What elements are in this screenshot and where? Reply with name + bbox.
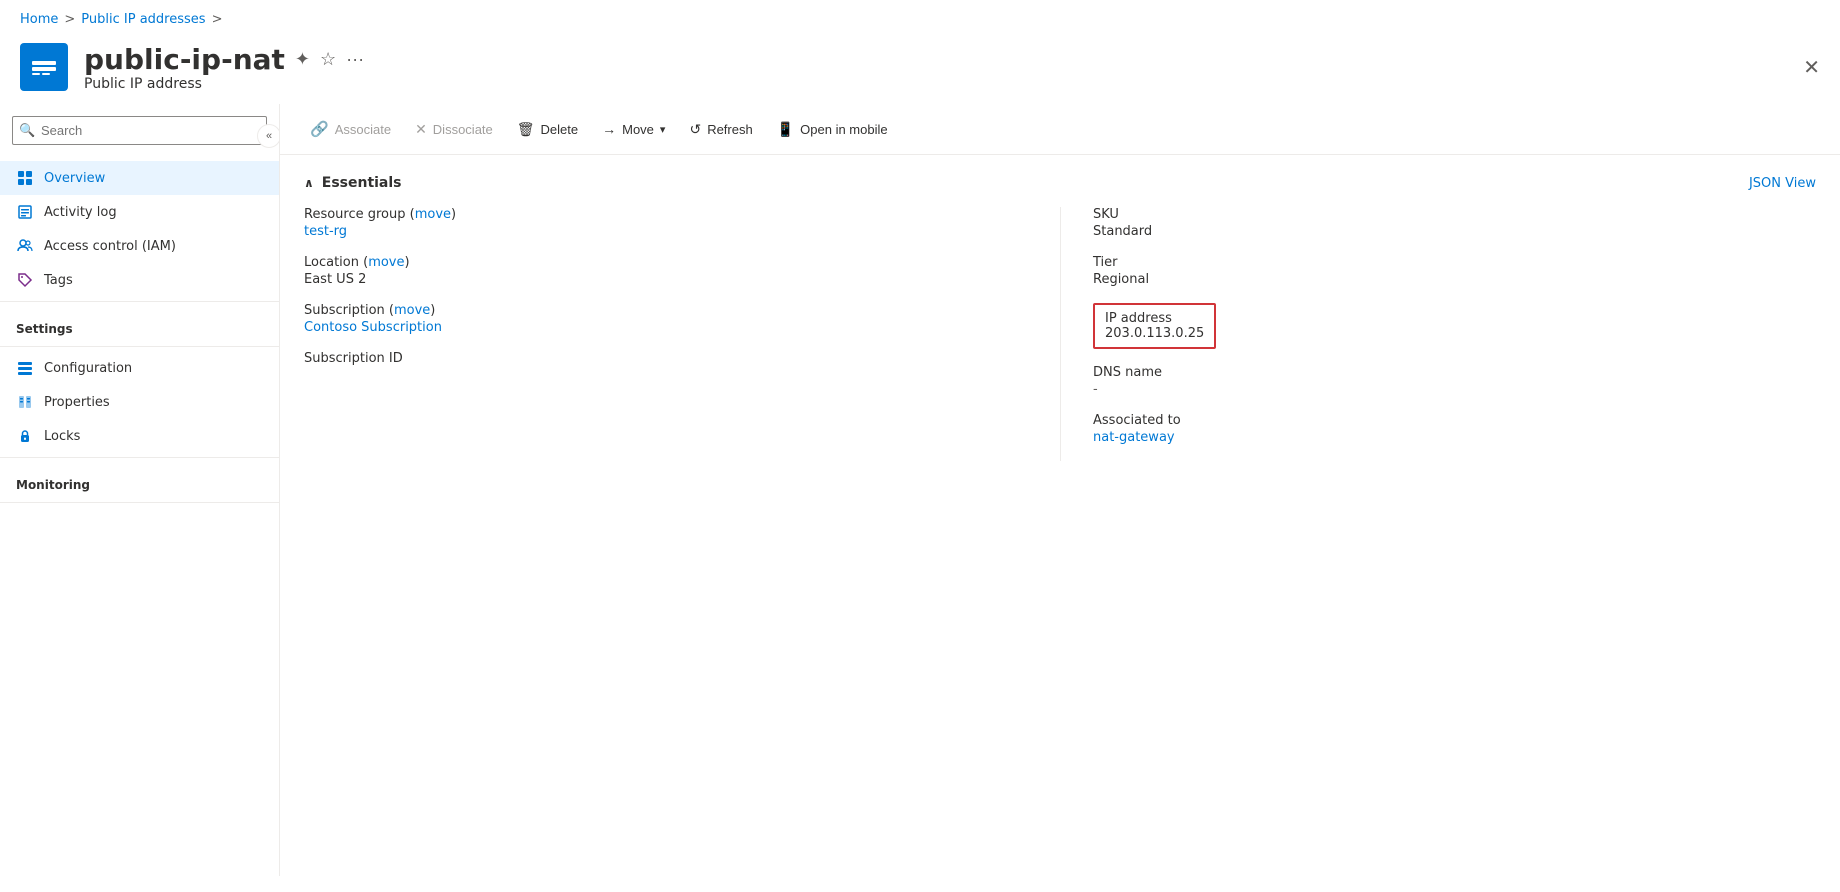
- overview-icon: [16, 169, 34, 187]
- subscription-id-label: Subscription ID: [304, 351, 1028, 366]
- breadcrumb-sep1: >: [64, 12, 75, 27]
- close-button[interactable]: ✕: [1803, 55, 1820, 80]
- associated-to-label: Associated to: [1093, 413, 1816, 428]
- tier-value: Regional: [1093, 272, 1816, 287]
- location-move-link[interactable]: move: [368, 255, 404, 270]
- access-control-icon: [16, 237, 34, 255]
- breadcrumb-sep2: >: [212, 12, 223, 27]
- delete-icon: 🗑: [517, 121, 535, 138]
- ip-address-field: IP address 203.0.113.0.25: [1093, 303, 1816, 349]
- properties-label: Properties: [44, 395, 110, 410]
- sidebar-item-activity-log[interactable]: Activity log: [0, 195, 279, 229]
- ip-address-value: 203.0.113.0.25: [1105, 326, 1204, 341]
- dns-name-label: DNS name: [1093, 365, 1816, 380]
- resource-group-value[interactable]: test-rg: [304, 224, 1028, 239]
- sku-field: SKU Standard: [1093, 207, 1816, 239]
- essentials-title-text: Essentials: [322, 175, 402, 191]
- header-text: public-ip-nat ✦ ☆ ··· Public IP address: [84, 43, 364, 92]
- location-field: Location (move) East US 2: [304, 255, 1028, 287]
- dns-name-field: DNS name -: [1093, 365, 1816, 397]
- sidebar-item-tags[interactable]: Tags: [0, 263, 279, 297]
- sidebar-item-overview[interactable]: Overview: [0, 161, 279, 195]
- dissociate-label: Dissociate: [433, 122, 493, 137]
- associate-label: Associate: [335, 122, 391, 137]
- subscription-label: Subscription (move): [304, 303, 435, 318]
- refresh-icon: ↺: [689, 121, 701, 138]
- settings-section-title: Settings: [0, 306, 279, 342]
- sku-value: Standard: [1093, 224, 1816, 239]
- tier-field: Tier Regional: [1093, 255, 1816, 287]
- search-icon: 🔍: [19, 123, 35, 138]
- associated-to-value[interactable]: nat-gateway: [1093, 430, 1816, 445]
- collapse-sidebar-button[interactable]: «: [257, 124, 280, 148]
- associate-button[interactable]: 🔗 Associate: [300, 114, 401, 144]
- resource-group-move-link[interactable]: move: [415, 207, 451, 222]
- sidebar-item-properties[interactable]: Properties: [0, 385, 279, 419]
- move-icon: →: [602, 121, 616, 137]
- dissociate-button[interactable]: ✕ Dissociate: [405, 115, 503, 144]
- subscription-value[interactable]: Contoso Subscription: [304, 320, 1028, 335]
- breadcrumb-home[interactable]: Home: [20, 12, 58, 27]
- resource-group-label: Resource group (move): [304, 207, 456, 222]
- essentials-header: ∧ Essentials JSON View: [304, 175, 1816, 191]
- location-label: Location (move): [304, 255, 410, 270]
- resource-title: public-ip-nat: [84, 43, 285, 76]
- configuration-label: Configuration: [44, 361, 132, 376]
- search-input[interactable]: [12, 116, 267, 145]
- open-mobile-button[interactable]: 📱 Open in mobile: [767, 115, 898, 144]
- refresh-button[interactable]: ↺ Refresh: [679, 115, 762, 144]
- subscription-field: Subscription (move) Contoso Subscription: [304, 303, 1028, 335]
- toolbar: 🔗 Associate ✕ Dissociate 🗑 Delete → Move…: [280, 104, 1840, 155]
- move-chevron-icon: ▾: [660, 123, 666, 136]
- resource-subtitle: Public IP address: [84, 76, 364, 92]
- monitoring-section-title: Monitoring: [0, 462, 279, 498]
- breadcrumb: Home > Public IP addresses >: [0, 0, 1840, 35]
- access-control-label: Access control (IAM): [44, 239, 176, 254]
- move-button[interactable]: → Move ▾: [592, 115, 675, 143]
- delete-label: Delete: [541, 122, 579, 137]
- activity-log-icon: [16, 203, 34, 221]
- ip-address-label: IP address: [1105, 311, 1204, 326]
- tags-label: Tags: [44, 273, 73, 288]
- location-value: East US 2: [304, 272, 1028, 287]
- essentials-title: ∧ Essentials: [304, 175, 402, 191]
- open-mobile-label: Open in mobile: [800, 122, 887, 137]
- sidebar-item-access-control[interactable]: Access control (IAM): [0, 229, 279, 263]
- associate-icon: 🔗: [310, 120, 329, 138]
- refresh-label: Refresh: [707, 122, 753, 137]
- sidebar-item-locks[interactable]: Locks: [0, 419, 279, 453]
- dns-name-value: -: [1093, 382, 1816, 397]
- sku-label: SKU: [1093, 207, 1816, 222]
- properties-icon: [16, 393, 34, 411]
- delete-button[interactable]: 🗑 Delete: [507, 115, 588, 144]
- move-label: Move: [622, 122, 654, 137]
- subscription-id-field: Subscription ID: [304, 351, 1028, 366]
- activity-log-label: Activity log: [44, 205, 117, 220]
- associated-to-field: Associated to nat-gateway: [1093, 413, 1816, 445]
- tags-icon: [16, 271, 34, 289]
- subscription-move-link[interactable]: move: [394, 303, 430, 318]
- resource-group-field: Resource group (move) test-rg: [304, 207, 1028, 239]
- locks-icon: [16, 427, 34, 445]
- resource-icon: [20, 43, 68, 91]
- overview-label: Overview: [44, 171, 105, 186]
- mobile-icon: 📱: [777, 121, 794, 138]
- favorite-button[interactable]: ☆: [320, 49, 336, 70]
- collapse-icon: ∧: [304, 176, 314, 190]
- breadcrumb-public-ip[interactable]: Public IP addresses: [81, 12, 205, 27]
- more-button[interactable]: ···: [346, 49, 364, 70]
- dissociate-icon: ✕: [415, 121, 427, 138]
- locks-label: Locks: [44, 429, 80, 444]
- sidebar-item-configuration[interactable]: Configuration: [0, 351, 279, 385]
- json-view-link[interactable]: JSON View: [1749, 176, 1816, 191]
- tier-label: Tier: [1093, 255, 1816, 270]
- configuration-icon: [16, 359, 34, 377]
- pin-button[interactable]: ✦: [295, 49, 310, 70]
